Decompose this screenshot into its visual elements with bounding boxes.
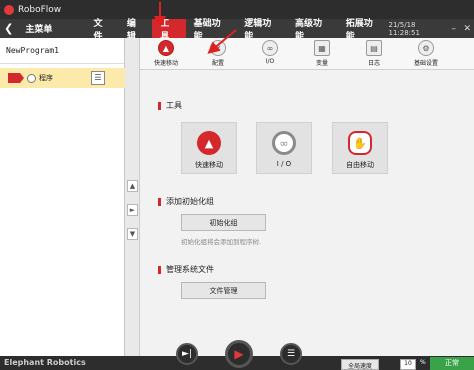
io-icon: ∞ <box>262 40 278 56</box>
title-bar: RoboFlow <box>0 0 474 19</box>
config-icon: ✕ <box>210 40 226 56</box>
tree-item-program[interactable]: 程序 ☰ <box>0 68 125 88</box>
current-flag-icon <box>8 73 24 83</box>
section-marker <box>158 101 161 110</box>
program-name: NewProgram1 <box>0 38 124 64</box>
program-node-icon <box>27 73 36 83</box>
step-icon: ►| <box>182 349 192 359</box>
toolbar-config[interactable]: ✕ 配置 <box>192 38 244 69</box>
io-icon: ∞ <box>272 131 296 155</box>
run-line-icon: ☰ <box>286 349 296 359</box>
menu-advanced[interactable]: 高级功能 <box>287 19 338 42</box>
back-icon[interactable]: ❮ <box>0 22 17 35</box>
toolbar-label: 基础设置 <box>413 60 438 67</box>
speed-value[interactable]: 10 <box>400 359 416 370</box>
play-button[interactable]: ▶ <box>225 340 253 368</box>
files-section-title: 管理系统文件 <box>158 264 214 275</box>
tool-card-free-move[interactable]: ✋ 自由移动 <box>332 122 388 174</box>
tool-card-label: 自由移动 <box>346 161 374 169</box>
menu-tools[interactable]: 工具 <box>152 19 186 42</box>
toolbar-label: 日志 <box>367 60 380 67</box>
tool-card-io[interactable]: ∞ I / O <box>256 122 312 174</box>
file-manager-button[interactable]: 文件管理 <box>181 282 266 299</box>
close-icon[interactable]: ✕ <box>461 24 474 34</box>
menu-edit[interactable]: 编辑 <box>119 19 152 42</box>
menu-extend[interactable]: 拓展功能 <box>338 19 389 42</box>
tool-card-fast-move[interactable]: ▲ 快速移动 <box>181 122 237 174</box>
settings-icon: ⚙ <box>418 40 434 56</box>
toolbar-variable[interactable]: ▦ 变量 <box>296 38 348 69</box>
program-tree-panel: NewProgram1 程序 ☰ <box>0 38 125 356</box>
init-section-title: 添加初始化组 <box>158 196 214 207</box>
variable-icon: ▦ <box>314 40 330 56</box>
status-badge: 正常 <box>430 357 474 370</box>
toolbar-settings[interactable]: ⚙ 基础设置 <box>400 38 452 69</box>
menu-logic[interactable]: 逻辑功能 <box>236 19 287 42</box>
fast-move-icon: ▲ <box>197 131 221 155</box>
app-window: RoboFlow ❮ 主菜单 文件 编辑 工具 基础功能 逻辑功能 高级功能 拓… <box>0 0 474 370</box>
toolbar-log[interactable]: ▤ 日志 <box>348 38 400 69</box>
play-icon: ▶ <box>234 347 244 361</box>
menu-basic[interactable]: 基础功能 <box>186 19 237 42</box>
tree-item-label: 程序 <box>39 74 53 82</box>
section-marker <box>158 265 161 274</box>
section-title-text: 添加初始化组 <box>166 197 214 206</box>
main-menu-button[interactable]: 主菜单 <box>17 19 85 38</box>
section-title-text: 管理系统文件 <box>166 265 214 274</box>
run-line-button[interactable]: ☰ <box>280 343 302 365</box>
section-marker <box>158 197 161 206</box>
datetime-display: 21/5/18 11:28:51 <box>388 20 420 37</box>
brand-label: Elephant Robotics <box>4 358 86 367</box>
tool-card-label: I / O <box>276 160 292 168</box>
step-button[interactable]: ►| <box>176 343 198 365</box>
toolbar-label: 配置 <box>211 60 224 67</box>
tool-card-label: 快速移动 <box>195 161 223 169</box>
app-title: RoboFlow <box>18 4 62 15</box>
speed-unit: % <box>420 359 426 366</box>
toolbar-label: 变量 <box>315 60 328 67</box>
toolbar-label: 快速移动 <box>153 60 178 67</box>
init-hint: 初始化组将会添加到程序树. <box>181 238 262 246</box>
minimize-icon[interactable]: – <box>447 24 461 34</box>
fast-move-icon: ▲ <box>158 40 174 56</box>
menu-file[interactable]: 文件 <box>85 19 118 42</box>
hand-icon: ✋ <box>348 131 372 155</box>
speed-label: 全局速度 <box>341 359 380 370</box>
tools-section-title: 工具 <box>158 100 182 111</box>
app-logo <box>4 4 14 15</box>
move-right-icon[interactable]: ► <box>127 204 138 216</box>
toolbar-io[interactable]: ∞ I/O <box>244 38 296 69</box>
tools-toolbar: ▲ 快速移动 ✕ 配置 ∞ I/O ▦ 变量 ▤ 日志 ⚙ 基础设置 <box>140 38 474 70</box>
tree-side-controls: ▲ ► ▼ <box>125 38 140 356</box>
move-down-icon[interactable]: ▼ <box>127 228 138 240</box>
toolbar-label: I/O <box>265 58 275 65</box>
log-icon: ▤ <box>366 40 382 56</box>
init-group-button[interactable]: 初始化组 <box>181 214 266 231</box>
section-title-text: 工具 <box>166 101 182 110</box>
menu-bar: ❮ 主菜单 文件 编辑 工具 基础功能 逻辑功能 高级功能 拓展功能 21/5/… <box>0 19 474 42</box>
list-icon[interactable]: ☰ <box>91 71 105 85</box>
toolbar-fast-move[interactable]: ▲ 快速移动 <box>140 38 192 69</box>
move-up-icon[interactable]: ▲ <box>127 180 138 192</box>
